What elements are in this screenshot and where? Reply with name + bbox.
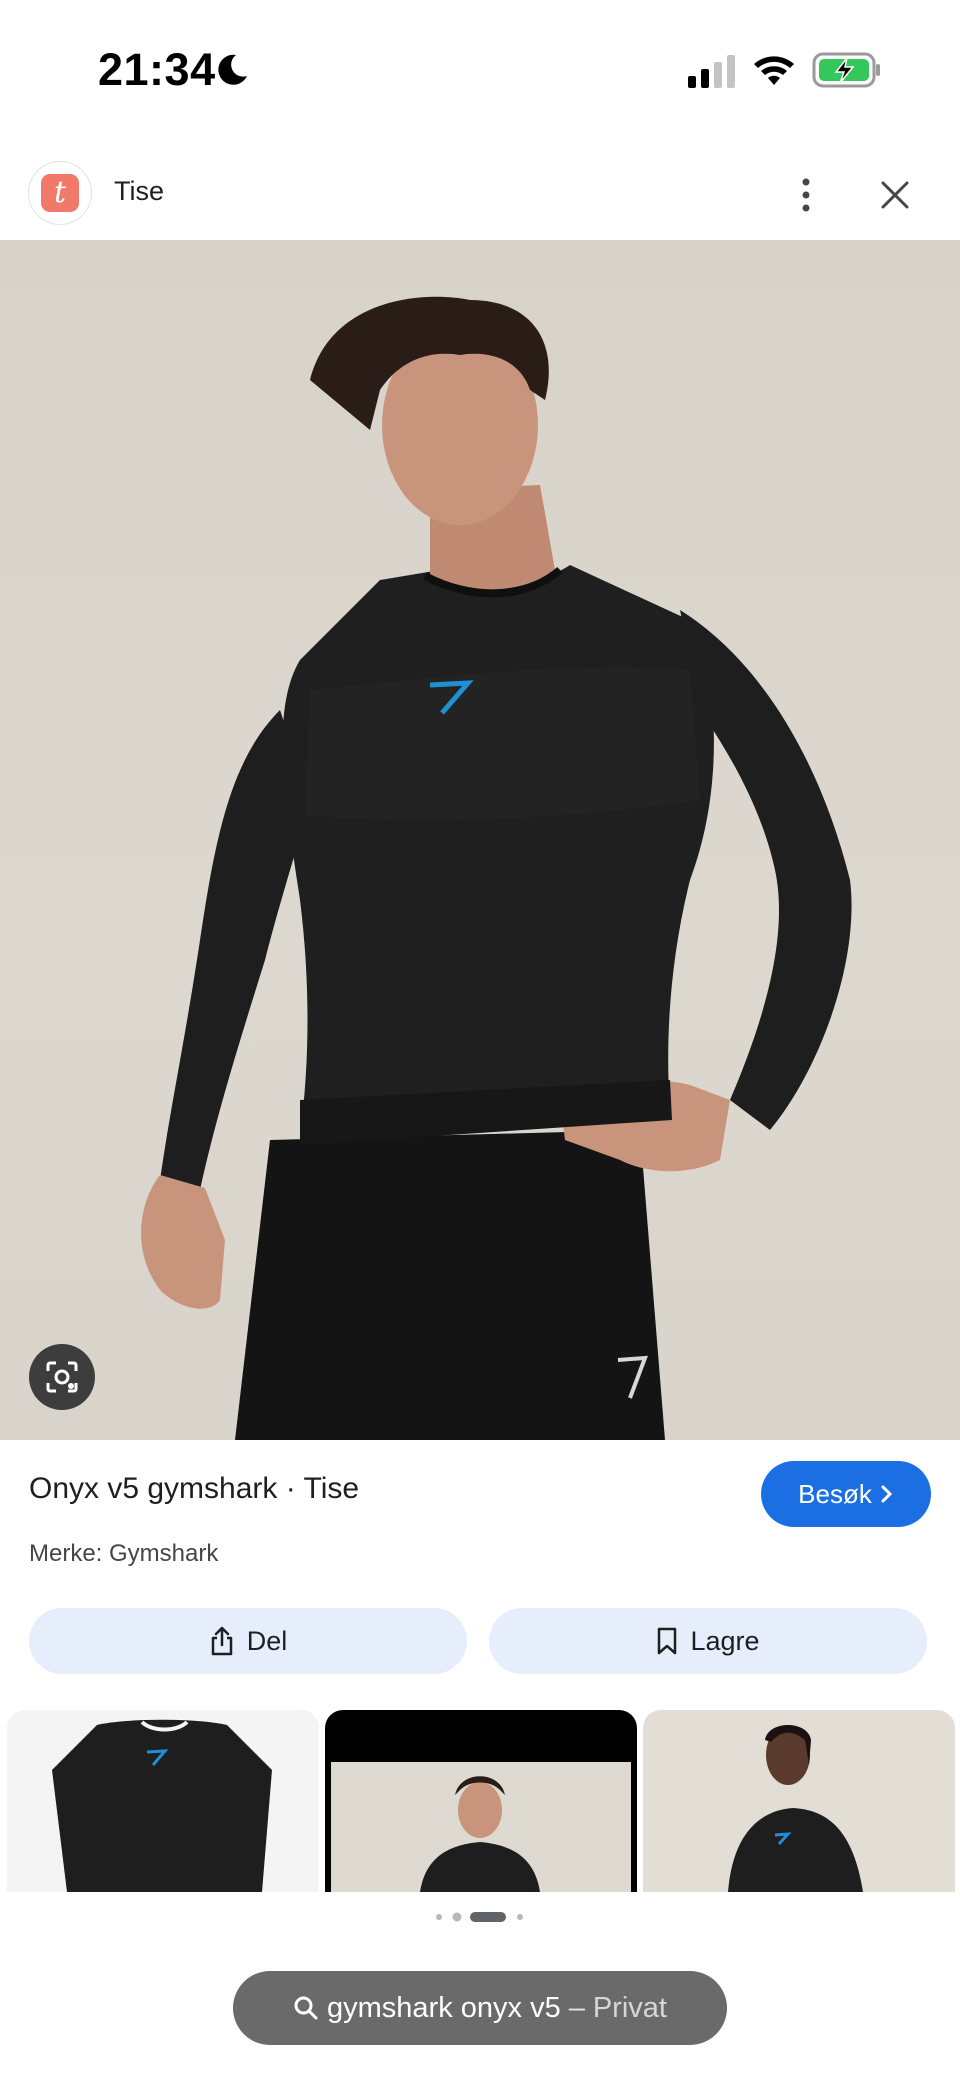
more-vert-icon bbox=[802, 178, 810, 212]
carousel-page-indicator bbox=[436, 1912, 523, 1922]
status-time: 21:34 bbox=[98, 44, 216, 95]
site-name[interactable]: Tise bbox=[114, 176, 164, 207]
share-icon bbox=[211, 1626, 232, 1656]
search-separator: – bbox=[568, 1991, 585, 2024]
search-query: gymshark onyx v5 bbox=[327, 1991, 561, 2024]
lens-search-button[interactable] bbox=[29, 1344, 95, 1410]
product-title[interactable]: Onyx v5 gymshark · Tise bbox=[29, 1472, 359, 1506]
more-options-button[interactable] bbox=[786, 168, 826, 222]
close-icon bbox=[881, 181, 909, 209]
share-button[interactable]: Del bbox=[29, 1608, 467, 1674]
model-thumbnail bbox=[331, 1762, 631, 1892]
visit-button-label: Besøk bbox=[798, 1478, 872, 1509]
close-button[interactable] bbox=[870, 168, 920, 222]
bookmark-icon bbox=[658, 1627, 677, 1655]
shirt-thumbnail bbox=[52, 1719, 272, 1892]
brand-label: Merke: Gymshark bbox=[29, 1540, 219, 1567]
lens-icon bbox=[46, 1361, 78, 1393]
private-mode-label: Privat bbox=[592, 1991, 667, 2024]
site-favicon[interactable]: t bbox=[28, 161, 92, 225]
save-button[interactable]: Lagre bbox=[489, 1608, 927, 1674]
related-image-2[interactable] bbox=[325, 1710, 637, 1892]
chevron-right-icon bbox=[881, 1485, 892, 1503]
signal-icon bbox=[688, 55, 735, 88]
save-button-label: Lagre bbox=[690, 1625, 760, 1656]
related-image-3[interactable] bbox=[643, 1710, 955, 1892]
search-bar[interactable]: gymshark onyx v5 – Privat bbox=[233, 1971, 727, 2045]
status-bar: 21:34 bbox=[0, 0, 960, 140]
related-image-1[interactable] bbox=[7, 1710, 319, 1892]
model-illustration bbox=[141, 296, 852, 1440]
related-images-carousel[interactable] bbox=[0, 1710, 960, 1892]
moon-icon bbox=[218, 54, 247, 85]
search-icon bbox=[294, 1996, 318, 2020]
model-thumbnail-2 bbox=[728, 1725, 863, 1892]
source-header: t Tise bbox=[0, 150, 960, 240]
share-button-label: Del bbox=[246, 1625, 288, 1656]
visit-button[interactable]: Besøk bbox=[761, 1461, 931, 1527]
wifi-icon bbox=[754, 56, 794, 85]
product-image[interactable] bbox=[0, 240, 960, 1440]
favicon-letter: t bbox=[41, 174, 79, 212]
battery-charging-icon bbox=[812, 52, 880, 88]
